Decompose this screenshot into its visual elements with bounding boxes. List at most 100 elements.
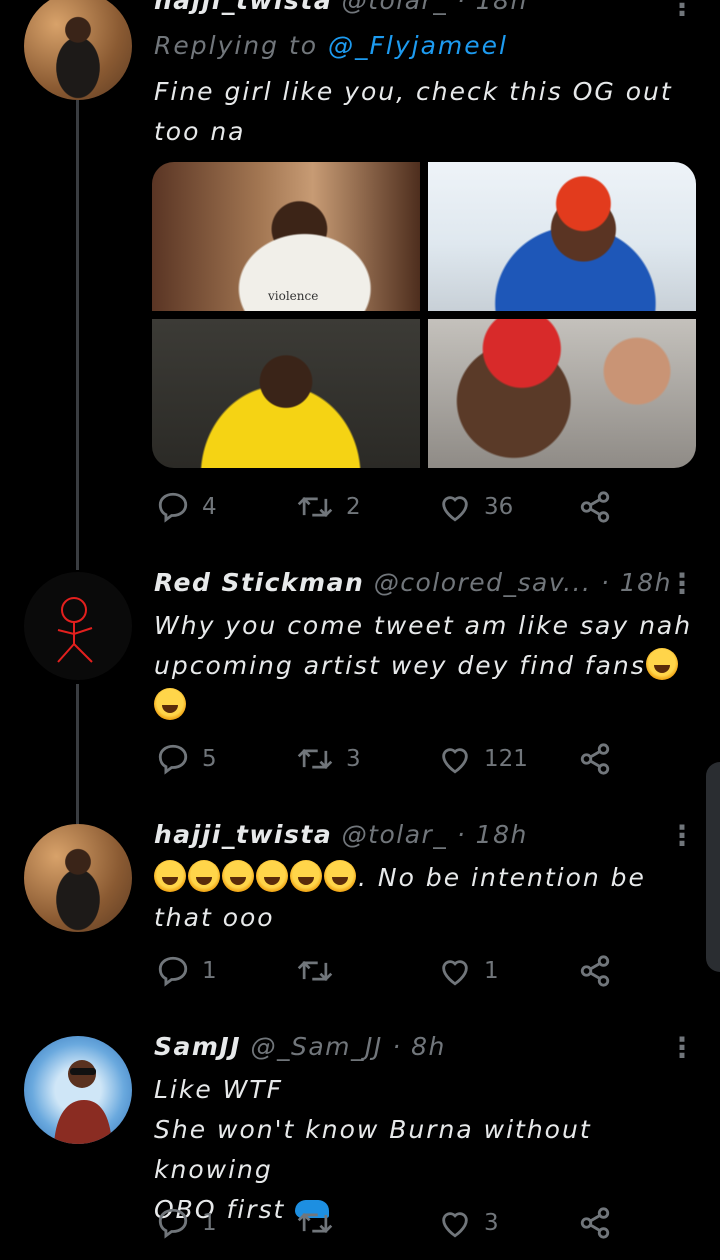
tweet[interactable]: Red Stickman @colored_sav... · 18h ⋮ Why… xyxy=(0,566,720,806)
like-count: 121 xyxy=(484,746,528,772)
more-options-icon[interactable]: ⋮ xyxy=(668,0,696,20)
tweet-text: . No be intention be that ooo xyxy=(154,858,694,938)
more-options-icon[interactable]: ⋮ xyxy=(668,1034,696,1062)
timestamp: · 18h xyxy=(456,820,528,849)
tweet-header: hajji_twista @tolar_ · 18h xyxy=(154,0,528,15)
retweet-count: 3 xyxy=(346,746,361,772)
reply-button[interactable]: 5 xyxy=(156,742,217,776)
tweet-text: Fine girl like you, check this OG out to… xyxy=(154,72,694,152)
share-button[interactable] xyxy=(578,954,612,988)
share-button[interactable] xyxy=(578,742,612,776)
tweet-text-line: She won't know Burna without knowing xyxy=(154,1115,592,1184)
reply-count: 1 xyxy=(202,958,217,984)
avatar[interactable] xyxy=(24,824,132,932)
share-icon xyxy=(580,743,610,775)
replying-to: Replying to @_Flyjameel xyxy=(154,26,694,66)
like-count: 3 xyxy=(484,1210,499,1236)
replying-to-link[interactable]: @_Flyjameel xyxy=(328,31,508,60)
laughing-emoji-icon xyxy=(188,860,220,892)
reply-button[interactable]: 1 xyxy=(156,954,217,988)
reply-count: 5 xyxy=(202,746,217,772)
tweet-actions: 4 2 36 xyxy=(152,490,622,530)
tweet-text-line: Fine girl like you, check this OG out xyxy=(154,77,673,106)
retweet-icon xyxy=(297,960,333,982)
user-handle[interactable]: @tolar_ xyxy=(342,820,448,849)
display-name[interactable]: hajji_twista xyxy=(154,0,332,15)
reply-icon xyxy=(158,956,188,987)
share-icon xyxy=(580,955,610,987)
retweet-button[interactable]: 3 xyxy=(296,742,361,776)
retweet-button[interactable] xyxy=(296,954,346,988)
user-handle[interactable]: @_Sam_JJ xyxy=(250,1032,382,1061)
tweet-header: Red Stickman @colored_sav... · 18h xyxy=(154,568,672,597)
tweet-text-line: Why you come tweet am like say nah xyxy=(154,611,693,640)
tweet-text-line xyxy=(154,686,694,726)
timestamp: · 8h xyxy=(392,1032,446,1061)
laughing-emoji-icon xyxy=(324,860,356,892)
timestamp: · 18h xyxy=(456,0,528,15)
tweet-text-span: . No be intention be xyxy=(358,863,646,892)
display-name[interactable]: hajji_twista xyxy=(154,820,332,849)
media-photo[interactable] xyxy=(428,162,696,311)
reply-button[interactable]: 1 xyxy=(156,1206,217,1240)
tweet-text-line: . No be intention be xyxy=(154,858,694,898)
retweet-button[interactable]: 2 xyxy=(296,490,361,524)
avatar[interactable] xyxy=(24,1036,132,1144)
like-button[interactable]: 1 xyxy=(438,954,499,988)
laughing-emoji-icon xyxy=(290,860,322,892)
tweet-actions: 1 1 xyxy=(152,954,622,994)
laughing-emoji-icon xyxy=(154,860,186,892)
like-button[interactable]: 3 xyxy=(438,1206,499,1240)
person-photo-icon xyxy=(54,1060,112,1144)
display-name[interactable]: Red Stickman xyxy=(154,568,364,597)
more-options-icon[interactable]: ⋮ xyxy=(668,822,696,850)
tweet-actions: 1 3 xyxy=(152,1206,622,1246)
display-name[interactable]: SamJJ xyxy=(154,1032,241,1061)
media-photo[interactable] xyxy=(428,319,696,468)
tweet-text-line: that ooo xyxy=(154,903,275,932)
retweet-button[interactable] xyxy=(296,1206,346,1240)
like-button[interactable]: 121 xyxy=(438,742,528,776)
reply-icon xyxy=(158,492,188,523)
media-photo[interactable]: violence xyxy=(152,162,420,311)
tweet-text-line: Like WTF xyxy=(154,1075,284,1104)
timestamp: · 18h xyxy=(600,568,672,597)
heart-icon xyxy=(442,496,468,522)
avatar[interactable] xyxy=(24,572,132,680)
retweet-icon xyxy=(297,748,333,770)
reply-count: 1 xyxy=(202,1210,217,1236)
tweet-text-span: upcoming artist wey dey find fans xyxy=(154,651,646,680)
replying-to-label: Replying to xyxy=(154,31,319,60)
tweet-text-line: too na xyxy=(154,117,246,146)
reply-button[interactable]: 4 xyxy=(156,490,217,524)
share-button[interactable] xyxy=(578,1206,612,1240)
tweet[interactable]: hajji_twista @tolar_ · 18h ⋮ . No be int… xyxy=(0,818,720,1018)
photo-caption: violence xyxy=(268,289,319,303)
tweet-header: SamJJ @_Sam_JJ · 8h xyxy=(154,1032,446,1061)
laughing-emoji-icon xyxy=(645,648,678,680)
retweet-icon xyxy=(297,496,333,518)
media-grid: violence xyxy=(152,162,696,468)
scrollbar-thumb[interactable] xyxy=(706,762,720,972)
avatar[interactable] xyxy=(24,0,132,100)
heart-icon xyxy=(442,1212,468,1238)
reply-icon xyxy=(158,1208,188,1239)
reply-count: 4 xyxy=(202,494,217,520)
share-icon xyxy=(580,491,610,523)
tweet[interactable]: hajji_twista @tolar_ · 18h ⋮ Replying to… xyxy=(0,0,720,560)
media-photo[interactable] xyxy=(152,319,420,468)
tweet-text-line: upcoming artist wey dey find fans xyxy=(154,646,694,686)
like-button[interactable]: 36 xyxy=(438,490,513,524)
tweet[interactable]: SamJJ @_Sam_JJ · 8h ⋮ Like WTF She won't… xyxy=(0,1030,720,1260)
heart-icon xyxy=(442,748,468,774)
user-handle[interactable]: @tolar_ xyxy=(342,0,448,15)
laughing-emoji-icon xyxy=(222,860,254,892)
tweet-header: hajji_twista @tolar_ · 18h xyxy=(154,820,528,849)
laughing-emoji-icon xyxy=(256,860,288,892)
tweet-actions: 5 3 121 xyxy=(152,742,622,782)
tweet-text: Why you come tweet am like say nah upcom… xyxy=(154,606,694,726)
more-options-icon[interactable]: ⋮ xyxy=(668,570,696,598)
like-count: 36 xyxy=(484,494,514,520)
share-button[interactable] xyxy=(578,490,612,524)
user-handle[interactable]: @colored_sav... xyxy=(374,568,592,597)
